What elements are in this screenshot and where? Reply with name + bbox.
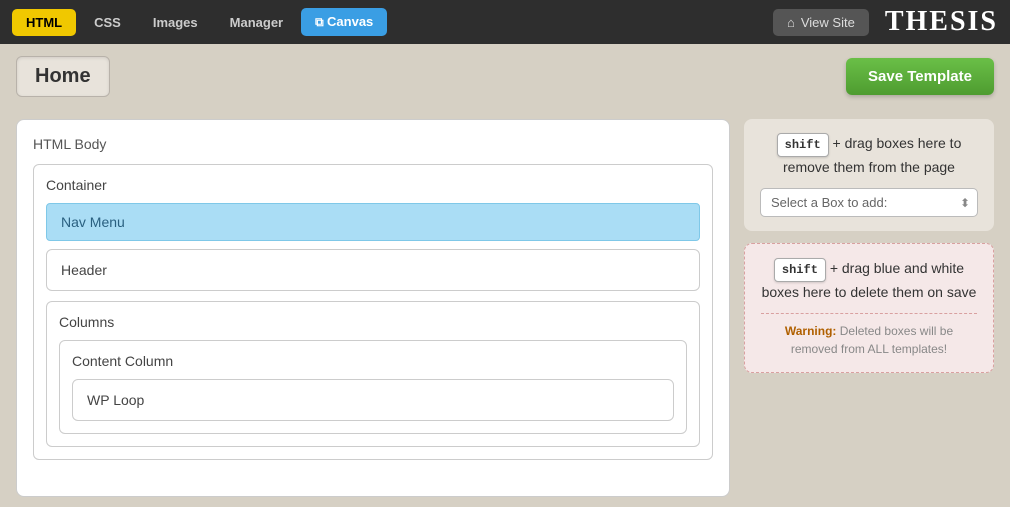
right-panel: shift + drag boxes here to remove them f… (744, 119, 994, 497)
content-column-box: Content Column WP Loop (59, 340, 687, 434)
view-site-button[interactable]: View Site (773, 9, 869, 36)
thesis-logo: THESIS (885, 6, 998, 38)
warning-bold: Warning: (785, 324, 837, 338)
html-body-label: HTML Body (33, 136, 713, 152)
shift-remove-card: shift + drag boxes here to remove them f… (744, 119, 994, 231)
canvas-icon (315, 14, 327, 29)
shift-remove-text: shift + drag boxes here to remove them f… (760, 133, 978, 178)
select-box-row: Select a Box to add: (760, 188, 978, 217)
nav-tab-html[interactable]: HTML (12, 9, 76, 36)
shift-delete-card: shift + drag blue and white boxes here t… (744, 243, 994, 373)
nav-tab-manager[interactable]: Manager (216, 9, 297, 36)
columns-box: Columns Content Column WP Loop (46, 301, 700, 447)
nav-right: View Site THESIS (773, 6, 998, 38)
nav-tab-canvas[interactable]: Canvas (301, 8, 387, 36)
add-box-select[interactable]: Select a Box to add: (760, 188, 978, 217)
header-box: Header (46, 249, 700, 291)
container-box: Container Nav Menu Header Columns Conten… (33, 164, 713, 460)
wp-loop-box: WP Loop (72, 379, 674, 421)
columns-label: Columns (59, 314, 687, 330)
nav-tabs: HTML CSS Images Manager Canvas (12, 8, 387, 36)
main-area: HTML Body Container Nav Menu Header Colu… (0, 109, 1010, 507)
shift-delete-text: shift + drag blue and white boxes here t… (761, 258, 977, 303)
shift-key-1: shift (777, 133, 829, 157)
top-nav: HTML CSS Images Manager Canvas View Site… (0, 0, 1010, 44)
left-panel: HTML Body Container Nav Menu Header Colu… (16, 119, 730, 497)
house-icon (787, 15, 795, 30)
select-wrapper: Select a Box to add: (760, 188, 978, 217)
delete-warning: Warning: Deleted boxes will be removed f… (761, 313, 977, 358)
save-template-button[interactable]: Save Template (846, 58, 994, 95)
nav-menu-item[interactable]: Nav Menu (46, 203, 700, 241)
subheader: Home Save Template (0, 44, 1010, 109)
container-label: Container (46, 177, 700, 193)
nav-tab-css[interactable]: CSS (80, 9, 135, 36)
content-column-label: Content Column (72, 353, 674, 369)
nav-tab-images[interactable]: Images (139, 9, 212, 36)
shift-key-2: shift (774, 258, 826, 282)
page-title: Home (16, 56, 110, 97)
